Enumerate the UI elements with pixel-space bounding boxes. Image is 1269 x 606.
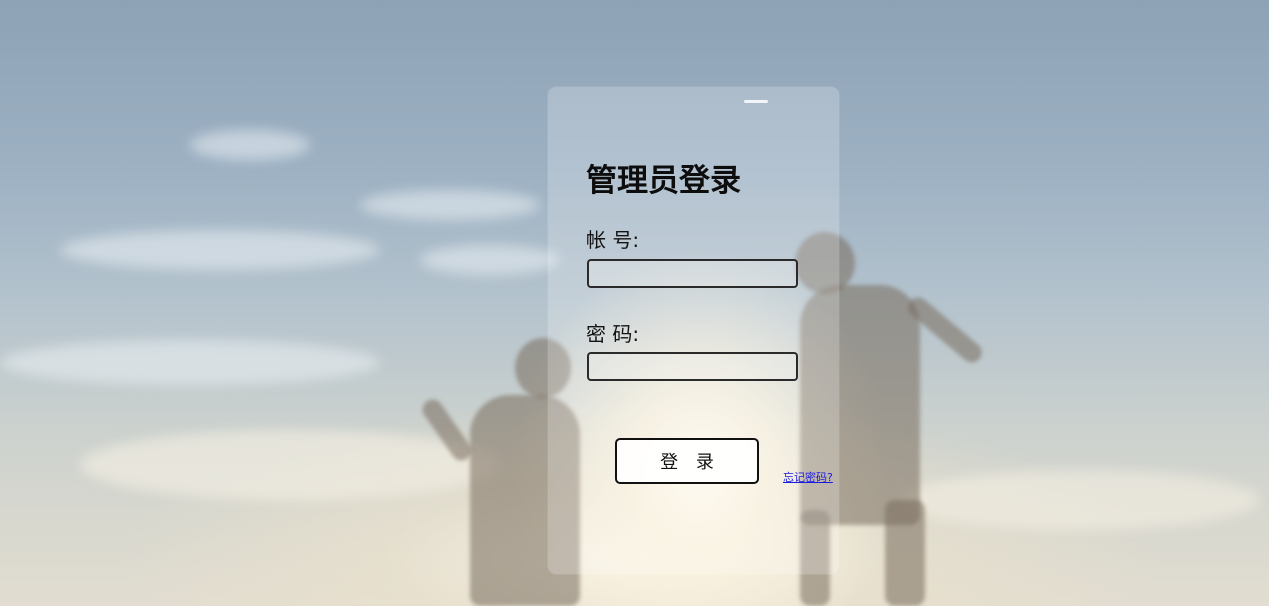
background-figure-right-leg xyxy=(885,500,925,606)
password-label: 密 码: xyxy=(586,322,640,346)
account-input[interactable] xyxy=(587,259,798,288)
panel-handle xyxy=(744,100,768,103)
login-panel: 管理员登录 帐 号: 密 码: 登 录 忘记密码? xyxy=(548,87,839,574)
background-cloud xyxy=(60,230,380,270)
background-cloud xyxy=(190,130,310,160)
page-title: 管理员登录 xyxy=(586,163,741,199)
password-input[interactable] xyxy=(587,352,798,381)
background-cloud xyxy=(360,190,540,220)
background-cloud xyxy=(420,245,560,275)
background-cloud xyxy=(80,430,500,500)
login-button[interactable]: 登 录 xyxy=(615,438,759,484)
background-cloud xyxy=(900,470,1260,530)
background-cloud xyxy=(0,340,380,385)
login-page: 管理员登录 帐 号: 密 码: 登 录 忘记密码? xyxy=(0,0,1269,606)
forgot-password-link[interactable]: 忘记密码? xyxy=(783,469,833,485)
account-label: 帐 号: xyxy=(586,228,640,252)
